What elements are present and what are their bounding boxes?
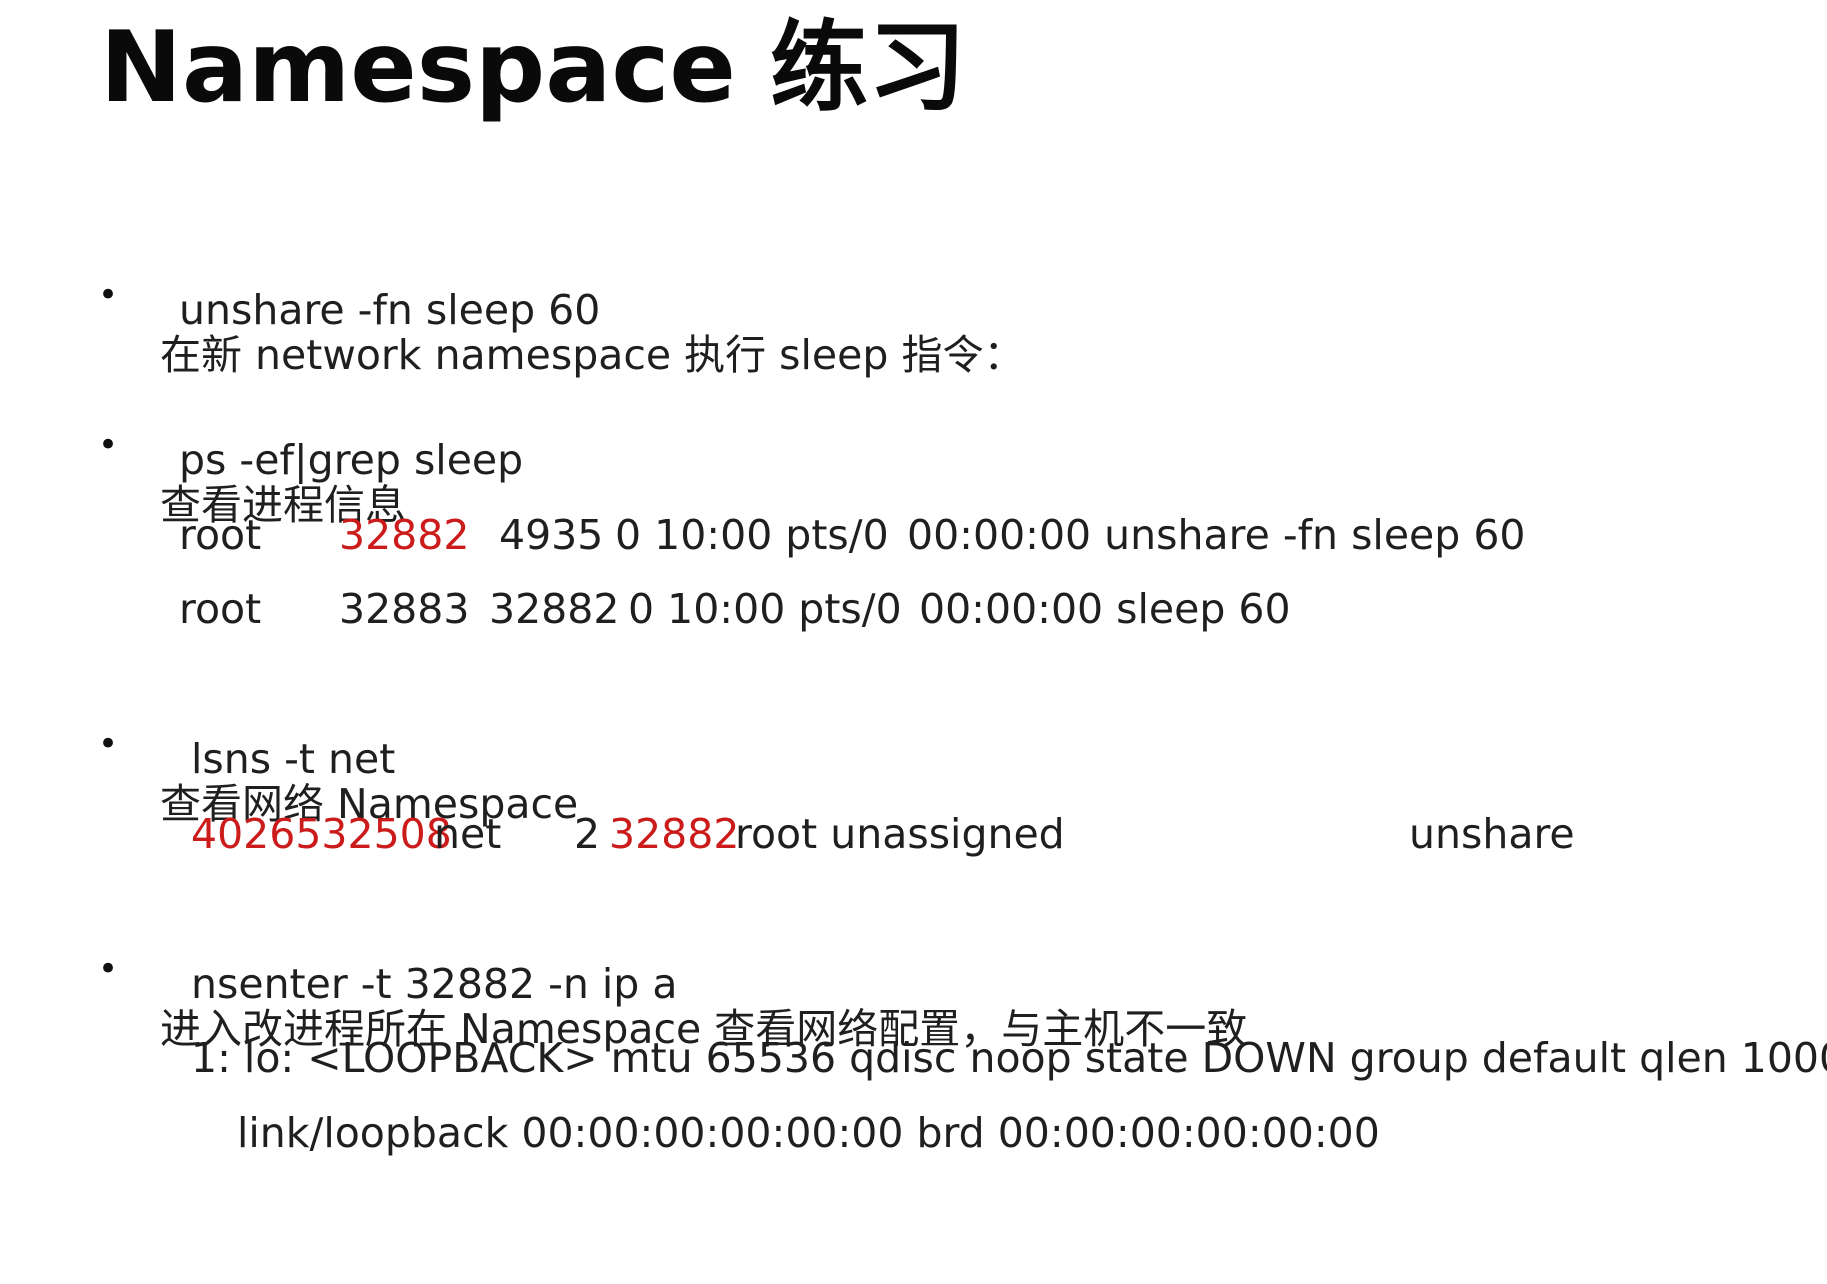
namespace-type: net bbox=[434, 810, 502, 858]
list-item: • 查看网络 Namespace bbox=[0, 654, 578, 828]
bullet-icon: • bbox=[98, 275, 119, 315]
command-line: ps -ef|grep sleep bbox=[179, 436, 524, 484]
bullet-icon: • bbox=[98, 425, 119, 465]
process-user: root bbox=[179, 511, 262, 559]
namespace-id: 4026532508 bbox=[191, 810, 452, 858]
process-cmd: 00:00:00 sleep 60 bbox=[919, 585, 1291, 633]
namespace-nprocs: 2 bbox=[574, 810, 601, 858]
namespace-command: unshare bbox=[1409, 810, 1575, 858]
output-line: 1: lo: <LOOPBACK> mtu 65536 qdisc noop s… bbox=[191, 1034, 1827, 1082]
bullet-icon: • bbox=[98, 724, 119, 764]
list-item: • 在新 network namespace 执行 sleep 指令： bbox=[0, 205, 1024, 379]
command-line: nsenter -t 32882 -n ip a bbox=[191, 960, 678, 1008]
bullet-icon: • bbox=[98, 949, 119, 989]
namespace-user: root unassigned bbox=[735, 810, 1065, 858]
process-pid: 32883 bbox=[339, 585, 470, 633]
process-ppid: 4935 bbox=[499, 511, 604, 559]
process-row: root 32882 4935 0 10:00 pts/0 00:00:00 u… bbox=[0, 505, 1827, 565]
namespace-pid: 32882 bbox=[609, 810, 740, 858]
list-item: • 进入改进程所在 Namespace 查看网络配置，与主机不一致 bbox=[0, 879, 1247, 1053]
process-user: root bbox=[179, 585, 262, 633]
process-pid: 32882 bbox=[339, 511, 470, 559]
process-time: 0 10:00 pts/0 bbox=[615, 511, 889, 559]
page-title: Namespace 练习 bbox=[100, 11, 967, 125]
process-time: 0 10:00 pts/0 bbox=[628, 585, 902, 633]
slide: Namespace 练习 • 在新 network namespace 执行 s… bbox=[0, 0, 1827, 1217]
command-line: unshare -fn sleep 60 bbox=[179, 286, 601, 334]
namespace-row: 4026532508 net 2 32882 root unassigned u… bbox=[0, 804, 1827, 864]
process-cmd: 00:00:00 unshare -fn sleep 60 bbox=[907, 511, 1526, 559]
list-item: • 查看进程信息 bbox=[0, 355, 406, 529]
command-line: lsns -t net bbox=[191, 735, 396, 783]
output-line: link/loopback 00:00:00:00:00:00 brd 00:0… bbox=[237, 1109, 1380, 1157]
process-ppid: 32882 bbox=[489, 585, 620, 633]
process-row: root 32883 32882 0 10:00 pts/0 00:00:00 … bbox=[0, 579, 1827, 639]
